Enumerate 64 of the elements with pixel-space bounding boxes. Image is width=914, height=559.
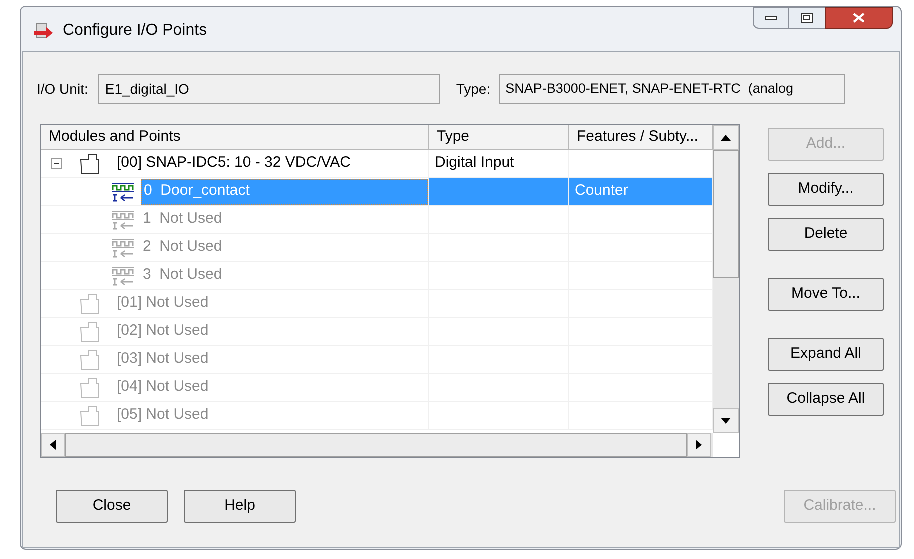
window-title: Configure I/O Points [63,21,208,41]
table-row[interactable]: 0 Door_contact Counter [41,178,713,206]
scroll-thumb[interactable] [713,150,739,278]
table-row[interactable]: [05] Not Used [41,402,713,430]
tree-item[interactable]: [05] Not Used [115,402,213,428]
up-arrow-icon [721,134,731,140]
side-button[interactable]: Collapse All [768,383,884,416]
close-icon [853,13,865,23]
close-window-button[interactable] [825,7,893,29]
right-arrow-icon [696,440,702,450]
type-label: Type: [456,80,491,99]
table-row[interactable]: [01] Not Used [41,290,713,318]
scroll-right-button[interactable] [687,433,711,457]
minimize-button[interactable] [753,7,789,29]
scroll-left-button[interactable] [41,433,65,457]
module-icon [79,348,101,370]
dialog-button[interactable]: Close [56,490,168,523]
side-button[interactable]: Modify... [768,173,884,206]
maximize-icon [801,13,813,23]
tree-item[interactable]: 1 Not Used [141,206,226,232]
table-row[interactable]: [03] Not Used [41,346,713,374]
tree-item[interactable]: 0 Door_contact [141,178,428,204]
pulse-input-icon [111,180,135,202]
column-header[interactable]: Modules and Points [41,125,429,150]
collapse-toggle[interactable] [50,158,62,169]
tree-item[interactable]: [01] Not Used [115,290,213,316]
side-button[interactable]: Delete [768,218,884,251]
module-icon [79,376,101,398]
pulse-input-icon [111,264,135,286]
table-row[interactable]: 1 Not Used [41,206,713,234]
vertical-scrollbar[interactable] [713,125,739,433]
tree-item[interactable]: [00] SNAP-IDC5: 10 - 32 VDC/VAC [115,150,355,176]
pulse-input-icon [111,208,135,230]
column-header[interactable]: Type [429,125,569,150]
column-header[interactable]: Features / Subty... [569,125,713,150]
app-icon [33,22,55,40]
table-row[interactable]: [04] Not Used [41,374,713,402]
scroll-up-button[interactable] [713,125,739,150]
minimize-icon [765,16,777,20]
dialog-button[interactable]: Help [184,490,296,523]
module-icon [79,152,101,174]
minus-icon [54,163,58,164]
type-field[interactable]: SNAP-B3000-ENET, SNAP-ENET-RTC (analog [498,74,845,104]
tree-item[interactable]: 3 Not Used [141,262,226,288]
side-button[interactable]: Expand All [768,338,884,371]
tree-item[interactable]: [03] Not Used [115,346,213,372]
pulse-input-icon [111,236,135,258]
io-unit-label: I/O Unit: [37,80,88,98]
table-row[interactable]: 2 Not Used [41,234,713,262]
module-icon [79,404,101,426]
module-icon [79,320,101,342]
tree-item[interactable]: 2 Not Used [141,234,226,260]
tree-item[interactable]: [04] Not Used [115,374,213,400]
tree-item[interactable]: [02] Not Used [115,318,213,344]
maximize-button[interactable] [789,7,825,29]
left-arrow-icon [50,440,56,450]
scroll-down-button[interactable] [713,408,739,433]
down-arrow-icon [721,418,731,424]
table-cell: Counter [569,178,713,206]
io-unit-field[interactable]: E1_digital_IO [98,74,440,104]
table-row[interactable]: [02] Not Used [41,318,713,346]
side-button[interactable]: Move To... [768,278,884,311]
module-icon [79,292,101,314]
table-row[interactable]: 3 Not Used [41,262,713,290]
